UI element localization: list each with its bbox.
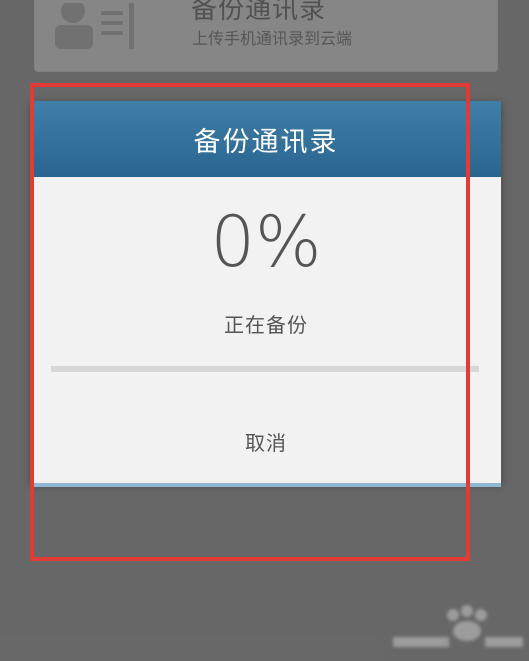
backup-progress-dialog: 备份通讯录 0% 正在备份 取消 [31,101,501,487]
progress-bar [51,366,479,372]
dialog-bottom-accent [31,483,501,487]
dialog-title: 备份通讯录 [193,126,339,158]
progress-percent: 0% [210,201,322,283]
status-text: 正在备份 [224,313,308,337]
watermark-logo [393,605,523,647]
cancel-button[interactable]: 取消 [31,411,501,471]
dialog-header: 备份通讯录 [31,101,501,177]
